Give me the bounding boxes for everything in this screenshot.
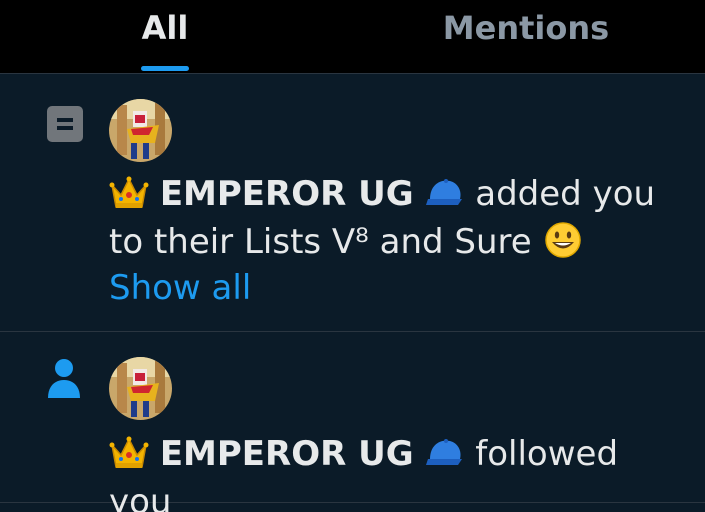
avatar[interactable]	[109, 99, 172, 162]
smiley-emoji	[543, 221, 583, 259]
notification-item[interactable]: EMPEROR UG added you to their Lists V⁸ a…	[0, 74, 705, 332]
tab-all[interactable]: All	[100, 0, 230, 73]
blue-cap-emoji	[424, 433, 464, 471]
notification-item[interactable]: EMPEROR UG followed you	[0, 332, 705, 512]
active-tab-indicator	[141, 66, 189, 71]
show-all-link[interactable]: Show all	[109, 264, 251, 312]
avatar[interactable]	[109, 357, 172, 420]
notification-text: EMPEROR UG added you to their Lists V⁸ a…	[109, 170, 689, 266]
tab-mentions[interactable]: Mentions	[420, 0, 632, 73]
notification-text: EMPEROR UG followed you	[109, 430, 689, 512]
user-name[interactable]: EMPEROR UG	[160, 434, 414, 474]
crown-emoji	[109, 173, 149, 211]
person-icon	[46, 358, 82, 402]
notifications-screen: All Mentions EMPEROR UG added you to the…	[0, 0, 705, 512]
user-name[interactable]: EMPEROR UG	[160, 174, 414, 214]
list-icon	[47, 106, 83, 142]
blue-cap-emoji	[424, 173, 464, 211]
crown-emoji	[109, 433, 149, 471]
notifications-tab-bar: All Mentions	[0, 0, 705, 74]
